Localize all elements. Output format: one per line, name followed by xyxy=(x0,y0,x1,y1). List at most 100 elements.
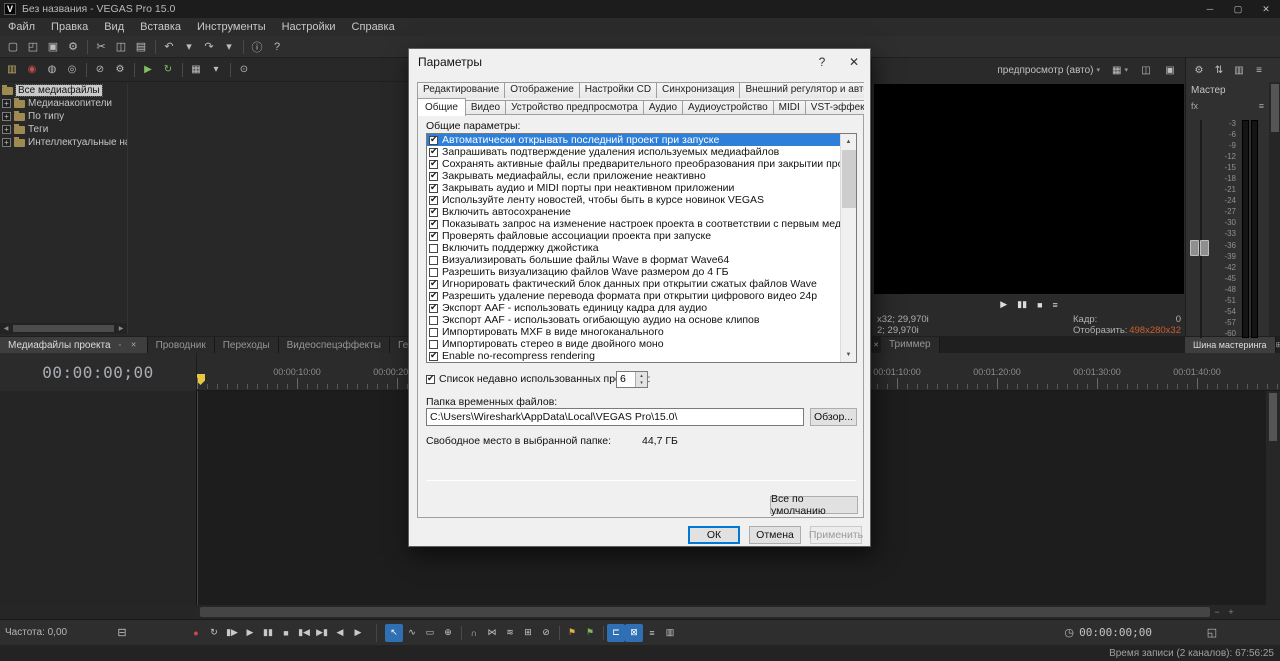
go-to-start-button[interactable]: ▮◀ xyxy=(295,624,313,642)
meter-menu-icon[interactable]: ≡ xyxy=(1259,101,1264,111)
option-row[interactable]: Сохранять активные файлы предварительног… xyxy=(427,158,840,170)
option-checkbox[interactable] xyxy=(429,206,438,217)
expand-icon[interactable] xyxy=(2,99,11,108)
option-checkbox[interactable] xyxy=(429,315,438,325)
option-row[interactable]: Показывать запрос на изменение настроек … xyxy=(427,218,840,230)
auto-preview-events-button[interactable]: ⊠ xyxy=(625,623,643,642)
menu-item[interactable]: Справка xyxy=(344,21,403,33)
dialog-tab[interactable]: Настройки CD xyxy=(578,82,658,98)
option-row[interactable]: Используйте ленту новостей, чтобы быть в… xyxy=(427,194,840,206)
next-frame-button[interactable]: ▶ xyxy=(349,624,367,642)
option-row[interactable]: Enable no-recompress rendering xyxy=(427,350,840,362)
dock-tab[interactable]: Медиафайлы проекта ▫ ✕ xyxy=(0,337,148,353)
redo-button[interactable]: ↷ xyxy=(199,38,219,56)
save-snapshot-button[interactable]: ▣ xyxy=(1160,61,1180,79)
pause-button[interactable]: ▮▮ xyxy=(259,624,277,642)
scroll-down-icon[interactable]: ▼ xyxy=(841,347,857,362)
close-button[interactable]: ✕ xyxy=(1252,0,1280,18)
tree-item[interactable]: Интеллектуальные нак xyxy=(0,136,127,149)
ok-button[interactable]: ОК xyxy=(688,526,740,544)
dock-tab[interactable]: Видеоспецэффекты ▫ ✕ xyxy=(278,337,390,353)
pane-divider[interactable] xyxy=(127,84,128,334)
undo-list-button[interactable]: ▾ xyxy=(179,38,199,56)
close-icon[interactable]: ✕ xyxy=(129,340,139,350)
fader-handle-right[interactable] xyxy=(1200,240,1209,256)
menu-item[interactable]: Вид xyxy=(96,21,132,33)
overlays-dropdown[interactable]: ▦ ▾ xyxy=(1108,64,1132,77)
stop-button[interactable]: ■ xyxy=(277,624,295,642)
timeline-hscrollbar[interactable]: − + xyxy=(197,605,1266,619)
loop-region-button[interactable]: ⊏ xyxy=(607,623,625,642)
mixer-meters-button[interactable]: ▥ xyxy=(1229,61,1249,79)
option-checkbox[interactable] xyxy=(429,255,438,265)
preview-quality-dropdown[interactable]: предпросмотр (авто) ▾ xyxy=(993,64,1104,77)
zoom-out-icon[interactable]: − xyxy=(1210,605,1224,619)
dialog-tab[interactable]: Отображение xyxy=(504,82,580,98)
scroll-up-icon[interactable]: ▲ xyxy=(841,134,857,149)
whats-this-help-button[interactable]: ? xyxy=(267,38,287,56)
media-properties-button[interactable]: ⚙ xyxy=(110,61,135,79)
maximize-button[interactable]: ▢ xyxy=(1224,0,1252,18)
dialog-tab[interactable]: Редактирование xyxy=(417,82,506,98)
transport-timecode[interactable]: 00:00:00;00 xyxy=(1079,626,1152,639)
option-checkbox[interactable] xyxy=(429,327,438,337)
play-button[interactable]: ▶ xyxy=(241,624,259,642)
external-window-icon[interactable]: ◱ xyxy=(1202,624,1222,642)
auto-ripple-button[interactable]: ≋ xyxy=(501,624,519,642)
option-checkbox[interactable] xyxy=(429,302,438,313)
option-row[interactable]: Закрывать медиафайлы, если приложение не… xyxy=(427,170,840,182)
copy-snapshot-button[interactable]: ◫ xyxy=(1136,61,1156,79)
scrollbar-thumb[interactable] xyxy=(1271,84,1279,132)
option-checkbox[interactable] xyxy=(429,278,438,289)
option-checkbox[interactable] xyxy=(429,146,438,157)
option-row[interactable]: Экспорт AAF - использовать огибающую ауд… xyxy=(427,314,840,326)
edit-tool-button[interactable]: ↖ xyxy=(385,623,403,642)
option-row[interactable]: Запрашивать подтверждение удаления испол… xyxy=(427,146,840,158)
loop-playback-button[interactable]: ↻ xyxy=(205,624,223,642)
zoom-in-icon[interactable]: + xyxy=(1224,605,1238,619)
preview-play-button[interactable]: ▶ xyxy=(1000,299,1007,310)
add-bus-icon[interactable]: ⊞ xyxy=(1276,340,1280,350)
views-button[interactable]: ▦ xyxy=(186,61,206,79)
scrollbar-thumb[interactable] xyxy=(200,607,1210,617)
lock-envelopes-button[interactable]: ⊞ xyxy=(519,624,537,642)
scroll-left-icon[interactable]: ◀ xyxy=(0,323,12,334)
tree-item[interactable]: Все медиафайлы xyxy=(0,84,127,97)
temp-folder-input[interactable] xyxy=(426,408,804,426)
dialog-close-button[interactable]: ✕ xyxy=(838,49,870,75)
recent-projects-count-spinner[interactable]: 6 ▴ ▾ xyxy=(616,371,648,388)
capture-video-button[interactable]: ◉ xyxy=(22,61,42,79)
option-row[interactable]: Разрешить визуализацию файлов Wave разме… xyxy=(427,266,840,278)
insert-region-button[interactable]: ⚑ xyxy=(581,624,604,642)
start-preview-button[interactable]: ▶ xyxy=(138,61,158,79)
fader-handle-left[interactable] xyxy=(1190,240,1199,256)
option-checkbox[interactable] xyxy=(429,218,438,229)
enable-snapping-button[interactable]: ∩ xyxy=(465,624,483,642)
mixer-menu-button[interactable]: ≡ xyxy=(1249,61,1269,79)
redo-list-button[interactable]: ▾ xyxy=(219,38,244,56)
option-row[interactable]: Игнорировать фактический блок данных при… xyxy=(427,278,840,290)
preview-menu-button[interactable]: ≡ xyxy=(1053,300,1058,310)
play-from-start-button[interactable]: ▮▶ xyxy=(223,624,241,642)
selection-edit-tool-button[interactable]: ▭ xyxy=(421,624,439,642)
import-media-button[interactable]: ▥ xyxy=(2,61,22,79)
interactive-tutorials-button[interactable]: ⓘ xyxy=(247,38,267,56)
dock-tab[interactable]: Проводник ▫ ✕ xyxy=(147,337,215,353)
fx-button[interactable]: fx xyxy=(1191,101,1198,111)
option-checkbox[interactable] xyxy=(429,290,438,301)
option-row[interactable]: Визуализировать большие файлы Wave в фор… xyxy=(427,254,840,266)
option-checkbox[interactable] xyxy=(429,182,438,193)
timeline-vscrollbar[interactable] xyxy=(1266,391,1280,605)
option-checkbox[interactable] xyxy=(429,350,438,361)
option-checkbox[interactable] xyxy=(429,134,438,145)
tree-item[interactable]: Теги xyxy=(0,123,127,136)
previous-frame-button[interactable]: ◀ xyxy=(331,624,349,642)
mixer-scrollbar[interactable] xyxy=(1269,82,1280,336)
option-checkbox[interactable] xyxy=(429,243,438,253)
mixer-properties-button[interactable]: ⚙ xyxy=(1189,61,1209,79)
tree-item[interactable]: По типу xyxy=(0,110,127,123)
option-row[interactable]: Закрывать аудио и MIDI порты при неактив… xyxy=(427,182,840,194)
tree-item[interactable]: Медианакопители xyxy=(0,97,127,110)
paste-button[interactable]: ▤ xyxy=(131,38,156,56)
scrollbar-thumb[interactable] xyxy=(841,150,856,208)
